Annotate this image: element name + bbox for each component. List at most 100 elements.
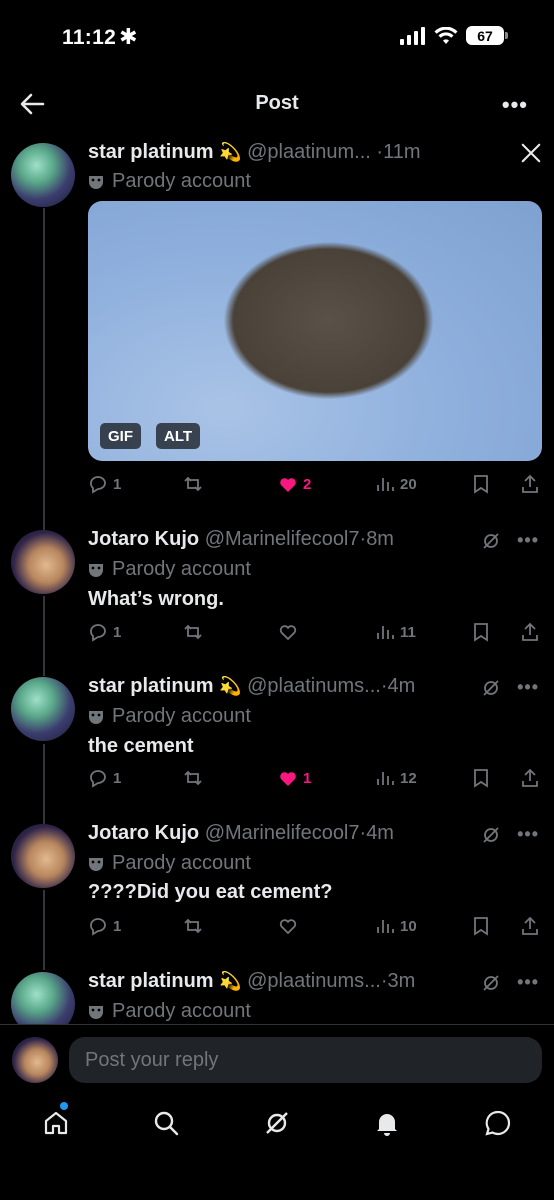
repost-button[interactable]	[183, 622, 203, 642]
notification-dot	[60, 1102, 68, 1110]
views-button[interactable]: 10	[375, 916, 417, 936]
parody-label: Parody account	[88, 170, 251, 193]
reply-bar: Post your reply	[0, 1024, 554, 1094]
sparkle-emoji: 💫	[219, 971, 242, 991]
thread-connector	[43, 890, 45, 970]
author-handle[interactable]: @Marinelifecool7	[205, 528, 360, 550]
more-options-button[interactable]: •••	[517, 824, 539, 845]
parody-label: Parody account	[88, 852, 251, 875]
post-menu: •••	[481, 824, 539, 845]
sparkle-emoji: 💫	[219, 676, 242, 696]
author-handle[interactable]: @plaatinums...	[247, 970, 381, 992]
bar-chart-icon	[377, 920, 394, 933]
bottom-tab-bar	[0, 1094, 554, 1164]
views-button[interactable]: 20	[375, 474, 417, 494]
wifi-icon	[434, 26, 458, 44]
author-name[interactable]: star platinum	[88, 675, 214, 697]
thread-connector	[43, 744, 45, 824]
page-title: Post	[255, 92, 299, 114]
author-handle[interactable]: @Marinelifecool7	[205, 822, 360, 844]
bookmark-button[interactable]	[471, 622, 491, 642]
repost-icon	[184, 624, 202, 640]
avatar[interactable]	[12, 1037, 58, 1083]
repost-icon	[184, 476, 202, 492]
message-icon[interactable]	[483, 1108, 513, 1138]
repost-button[interactable]	[183, 916, 203, 936]
more-options-button[interactable]: •••	[517, 530, 539, 551]
views-button[interactable]: 12	[375, 768, 417, 788]
grok-icon[interactable]	[481, 678, 501, 698]
avatar[interactable]	[11, 530, 75, 594]
like-button[interactable]: 1	[278, 768, 311, 788]
repost-button[interactable]	[183, 768, 203, 788]
bell-icon[interactable]	[372, 1108, 402, 1138]
search-icon[interactable]	[151, 1108, 181, 1138]
bar-chart-icon	[377, 626, 394, 639]
grok-icon[interactable]	[262, 1108, 292, 1138]
gif-media[interactable]: GIF ALT	[88, 201, 542, 461]
post-time[interactable]: 11m	[383, 141, 420, 163]
share-button[interactable]	[520, 622, 540, 642]
grok-icon[interactable]	[481, 973, 501, 993]
share-icon	[522, 622, 538, 641]
bookmark-button[interactable]	[471, 916, 491, 936]
reply-button[interactable]: 1	[88, 768, 121, 788]
reply-icon	[90, 476, 106, 494]
like-button[interactable]: 2	[278, 474, 311, 494]
post-time[interactable]: 3m	[388, 970, 416, 992]
post-time[interactable]: 8m	[366, 528, 394, 550]
bookmark-icon	[474, 769, 488, 788]
author-name[interactable]: Jotaro Kujo	[88, 528, 199, 550]
bar-chart-icon	[377, 478, 394, 491]
reply-button[interactable]: 1	[88, 916, 121, 936]
author-handle[interactable]: @plaatinum...	[247, 141, 371, 163]
bookmark-button[interactable]	[471, 768, 491, 788]
alt-badge[interactable]: ALT	[156, 423, 201, 449]
parody-label: Parody account	[88, 1000, 251, 1023]
like-button[interactable]	[278, 622, 298, 642]
parody-label: Parody account	[88, 558, 251, 581]
share-button[interactable]	[520, 474, 540, 494]
reply-button[interactable]: 1	[88, 622, 121, 642]
author-handle[interactable]: @plaatinums...	[247, 675, 381, 697]
post-header: Jotaro Kujo @Marinelifecool7·8m	[88, 528, 394, 550]
bookmark-button[interactable]	[471, 474, 491, 494]
status-time: 11:12 ✱	[62, 24, 138, 49]
share-icon	[522, 768, 538, 787]
share-button[interactable]	[520, 768, 540, 788]
post-time[interactable]: 4m	[366, 822, 394, 844]
grok-icon[interactable]	[481, 531, 501, 551]
status-icons: 67	[400, 26, 508, 45]
grok-icon[interactable]	[481, 825, 501, 845]
avatar[interactable]	[11, 824, 75, 888]
post-header: Jotaro Kujo @Marinelifecool7·4m	[88, 822, 394, 844]
thread-connector	[43, 208, 45, 530]
reply-input[interactable]: Post your reply	[69, 1037, 542, 1083]
top-navigation: Post •••	[0, 80, 554, 128]
heart-icon	[279, 919, 297, 935]
post-text: the cement	[88, 735, 194, 757]
author-name[interactable]: star platinum	[88, 141, 214, 163]
views-button[interactable]: 11	[375, 622, 416, 642]
like-button[interactable]	[278, 916, 298, 936]
reply-button[interactable]: 1	[88, 474, 121, 494]
avatar[interactable]	[11, 143, 75, 207]
mask-icon	[89, 710, 103, 724]
mask-icon	[89, 857, 103, 871]
bar-chart-icon	[377, 772, 394, 785]
home-icon[interactable]	[41, 1108, 71, 1138]
avatar[interactable]	[11, 677, 75, 741]
post-text: What’s wrong.	[88, 588, 224, 610]
more-options-button[interactable]: •••	[517, 677, 539, 698]
author-name[interactable]: Jotaro Kujo	[88, 822, 199, 844]
more-options-button[interactable]: •••	[517, 972, 539, 993]
share-icon	[522, 916, 538, 935]
repost-button[interactable]	[183, 474, 208, 494]
author-name[interactable]: star platinum	[88, 970, 214, 992]
post-actions: 1 2 20	[88, 474, 542, 498]
share-button[interactable]	[520, 916, 540, 936]
post-menu: •••	[481, 972, 539, 993]
more-options-button[interactable]: •••	[502, 92, 528, 118]
reply-icon	[90, 918, 106, 936]
post-time[interactable]: 4m	[388, 675, 416, 697]
